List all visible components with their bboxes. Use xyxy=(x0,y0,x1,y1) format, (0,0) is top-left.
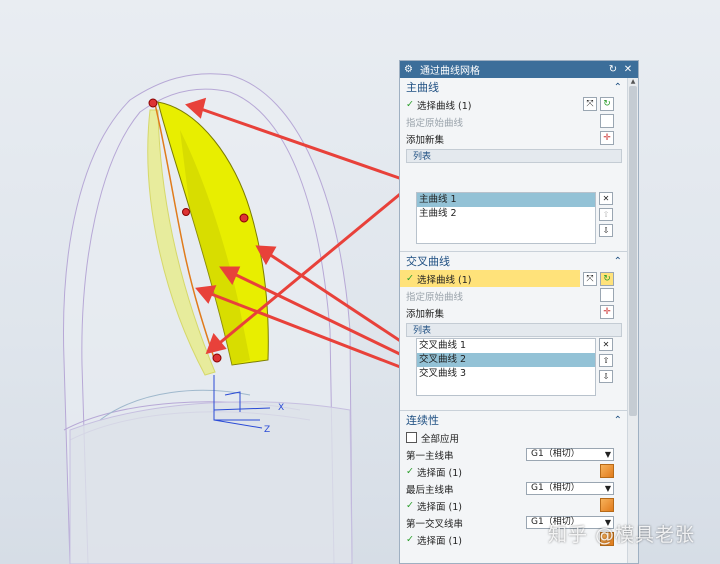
first-primary-row: 第一主线串 G1（相切） ▼ xyxy=(400,446,628,463)
cross-specify-origin-label: 指定原始曲线 xyxy=(406,291,464,303)
control-point[interactable] xyxy=(212,353,222,363)
last-primary-select[interactable]: G1（相切） ▼ xyxy=(526,482,614,495)
watermark: 知乎 @模具老张 xyxy=(548,524,696,546)
collapse-icon[interactable]: ⌃ xyxy=(614,415,622,426)
primary-list-item[interactable]: 主曲线 1 xyxy=(417,193,595,207)
last-primary-label: 最后主线串 xyxy=(406,484,454,496)
dialog-content: 主曲线 ⌃ ✓ 选择曲线 (1) ⤧ ↻ 指定原始曲线 添加新集 ✛ 列表 主曲… xyxy=(400,78,628,563)
gear-icon[interactable]: ⚙ xyxy=(404,64,416,75)
check-icon: ✓ xyxy=(406,466,414,477)
check-icon: ✓ xyxy=(406,99,414,110)
cross-select-curve-label: 选择曲线 (1) xyxy=(416,274,472,286)
first-primary-select[interactable]: G1（相切） ▼ xyxy=(526,448,614,461)
move-down-icon[interactable]: ⇩ xyxy=(599,224,613,237)
curve-rule-icon[interactable]: ⤧ xyxy=(583,272,597,286)
primary-specify-origin-label: 指定原始曲线 xyxy=(406,117,464,129)
select-face-label-3: 选择面 (1) xyxy=(416,535,462,547)
reset-icon[interactable]: ↻ xyxy=(607,64,619,75)
primary-add-set-row[interactable]: 添加新集 ✛ xyxy=(400,130,628,147)
select-face-label-1: 选择面 (1) xyxy=(416,467,462,479)
scroll-up-icon[interactable]: ▲ xyxy=(628,78,638,86)
primary-specify-origin-row[interactable]: 指定原始曲线 xyxy=(400,113,628,130)
chevron-down-icon: ▼ xyxy=(604,450,611,459)
move-down-icon[interactable]: ⇩ xyxy=(599,370,613,383)
add-set-icon[interactable]: ✛ xyxy=(600,131,614,145)
first-cross-label: 第一交叉线串 xyxy=(406,518,464,530)
curve-select-icon[interactable]: ↻ xyxy=(600,97,614,111)
cross-add-set-row[interactable]: 添加新集 ✛ xyxy=(400,304,628,321)
cross-curves-title: 交叉曲线 xyxy=(406,255,450,268)
chevron-down-icon: ▼ xyxy=(604,484,611,493)
primary-select-curve-label: 选择曲线 (1) xyxy=(416,100,472,112)
curve-select-icon[interactable]: ↻ xyxy=(600,272,614,286)
select-face-label-2: 选择面 (1) xyxy=(416,501,462,513)
primary-add-set-label: 添加新集 xyxy=(406,134,445,146)
primary-list-item[interactable]: 主曲线 2 xyxy=(417,207,595,221)
select-face-row-2[interactable]: ✓ 选择面 (1) xyxy=(400,497,628,514)
remove-icon[interactable]: ✕ xyxy=(599,338,613,351)
primary-curves-title: 主曲线 xyxy=(406,81,439,94)
collapse-icon[interactable]: ⌃ xyxy=(614,256,622,267)
add-set-icon[interactable]: ✛ xyxy=(600,305,614,319)
check-icon: ✓ xyxy=(406,500,414,511)
continuity-header[interactable]: 连续性 ⌃ xyxy=(400,411,628,429)
origin-curve-icon[interactable] xyxy=(600,114,614,128)
apply-all-row[interactable]: 全部应用 xyxy=(400,429,628,446)
dialog-titlebar[interactable]: ⚙ 通过曲线网格 ↻ ✕ xyxy=(400,61,638,78)
mesh-surface-dialog[interactable]: ⚙ 通过曲线网格 ↻ ✕ 主曲线 ⌃ ✓ 选择曲线 (1) ⤧ ↻ 指定原始曲线… xyxy=(399,60,639,564)
cross-list[interactable]: 交叉曲线 1 交叉曲线 2 交叉曲线 3 xyxy=(416,338,596,396)
cross-curves-section: 交叉曲线 ⌃ ✓ 选择曲线 (1) ⤧ ↻ 指定原始曲线 添加新集 ✛ 列表 交… xyxy=(400,252,628,411)
cross-specify-origin-row[interactable]: 指定原始曲线 xyxy=(400,287,628,304)
scroll-thumb[interactable] xyxy=(629,86,637,416)
axis-x-label: X xyxy=(278,403,284,413)
primary-list-header[interactable]: 列表 xyxy=(406,149,622,163)
apply-all-checkbox[interactable] xyxy=(406,432,417,443)
dialog-title: 通过曲线网格 xyxy=(420,66,480,77)
apply-all-label: 全部应用 xyxy=(421,433,460,445)
check-icon: ✓ xyxy=(406,273,414,284)
cross-curves-header[interactable]: 交叉曲线 ⌃ xyxy=(400,252,628,270)
primary-select-curve-row[interactable]: ✓ 选择曲线 (1) ⤧ ↻ xyxy=(400,96,628,113)
curve-rule-icon[interactable]: ⤧ xyxy=(583,97,597,111)
primary-curves-section: 主曲线 ⌃ ✓ 选择曲线 (1) ⤧ ↻ 指定原始曲线 添加新集 ✛ 列表 主曲… xyxy=(400,78,628,252)
cross-list-item[interactable]: 交叉曲线 2 xyxy=(417,353,595,367)
first-primary-label: 第一主线串 xyxy=(406,450,454,462)
face-select-icon[interactable] xyxy=(600,464,614,478)
move-up-icon[interactable]: ⇧ xyxy=(599,208,613,221)
control-point[interactable] xyxy=(148,98,158,108)
cross-list-header[interactable]: 列表 xyxy=(406,323,622,337)
control-point[interactable] xyxy=(182,208,190,216)
face-select-icon[interactable] xyxy=(600,498,614,512)
part-shoulder xyxy=(69,401,353,564)
control-point[interactable] xyxy=(239,213,249,223)
cross-select-curve-row[interactable]: ✓ 选择曲线 (1) xyxy=(400,270,580,287)
axis-z-label: Z xyxy=(264,425,270,435)
collapse-icon[interactable]: ⌃ xyxy=(614,82,622,93)
check-icon: ✓ xyxy=(406,534,414,545)
continuity-title: 连续性 xyxy=(406,414,439,427)
cross-list-item[interactable]: 交叉曲线 3 xyxy=(417,367,595,381)
cross-list-item[interactable]: 交叉曲线 1 xyxy=(417,339,595,353)
primary-list[interactable]: 主曲线 1 主曲线 2 xyxy=(416,192,596,244)
first-primary-value: G1（相切） xyxy=(531,449,580,459)
cross-add-set-label: 添加新集 xyxy=(406,308,445,320)
dialog-scrollbar[interactable]: ▲ xyxy=(627,78,638,563)
remove-icon[interactable]: ✕ xyxy=(599,192,613,205)
last-primary-row: 最后主线串 G1（相切） ▼ xyxy=(400,480,628,497)
origin-curve-icon[interactable] xyxy=(600,288,614,302)
primary-curves-header[interactable]: 主曲线 ⌃ xyxy=(400,78,628,96)
select-face-row-1[interactable]: ✓ 选择面 (1) xyxy=(400,463,628,480)
move-up-icon[interactable]: ⇧ xyxy=(599,354,613,367)
last-primary-value: G1（相切） xyxy=(531,483,580,493)
close-icon[interactable]: ✕ xyxy=(622,64,634,75)
